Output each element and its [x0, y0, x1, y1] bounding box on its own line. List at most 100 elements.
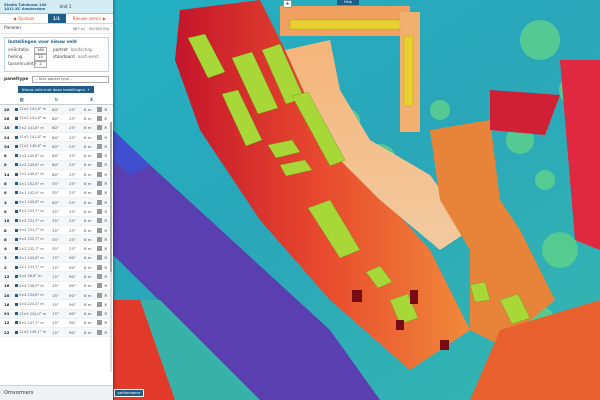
delete-icon[interactable]: ✕ [104, 228, 107, 233]
sort-icon[interactable]: ⊼ [74, 98, 109, 103]
delete-icon[interactable]: ✕ [104, 107, 107, 112]
delete-icon[interactable]: ✕ [104, 255, 107, 260]
field-color-swatch[interactable] [97, 181, 102, 187]
field-color-swatch[interactable] [97, 236, 102, 242]
table-row[interactable]: 20 13×2 141,8° m 60° 25° 6 m ✕ [0, 105, 113, 115]
tilt-row: helling 15 standaard oost-west [8, 54, 105, 61]
rotate-icon[interactable]: ↻ [39, 98, 74, 103]
field-color-swatch[interactable] [97, 143, 102, 149]
table-row[interactable]: 10 5×2 141,8° m 60° 25° 6 m ✕ [0, 123, 113, 133]
table-row[interactable]: 8 4×1 152,8° m 35° 25° 6 m ✕ [0, 179, 113, 189]
delete-icon[interactable]: ✕ [104, 153, 107, 158]
table-row[interactable]: 2 2×1 141,1° m 15° 90° 6 m ✕ [0, 263, 113, 273]
table-row[interactable]: 4 2×2 232,7° m 35° 25° 6 m ✕ [0, 244, 113, 254]
delete-icon[interactable]: ✕ [104, 190, 107, 195]
new-field-button[interactable]: Nieuw veld met deze instellingen + [18, 86, 94, 93]
delete-icon[interactable]: ✕ [104, 209, 107, 214]
table-row[interactable]: 12 6×2 147,1° m 15° 90° 6 m ✕ [0, 319, 113, 329]
field-color-swatch[interactable] [97, 301, 102, 307]
portrait-radio[interactable]: portret [53, 48, 68, 53]
delete-icon[interactable]: ✕ [104, 274, 107, 279]
panel-icon [15, 237, 18, 241]
orientation-input[interactable]: 180 [34, 47, 47, 54]
field-color-swatch[interactable] [97, 171, 102, 177]
table-row[interactable]: 8 4×1 142,9° m 35° 25° 6 m ✕ [0, 189, 113, 198]
panel-type-select[interactable]: -- Kies paneel type -- [32, 76, 109, 83]
table-row[interactable]: 14 7×2 140,4° m 60° 25° 6 m ✕ [0, 170, 113, 180]
tilt-input[interactable]: 15 [34, 54, 47, 61]
table-row[interactable]: 22 11×2 149,1° m 15° 90° 6 m ✕ [0, 328, 113, 338]
field-color-swatch[interactable] [97, 264, 102, 270]
field-color-swatch[interactable] [97, 218, 102, 224]
delete-icon[interactable]: ✕ [104, 125, 107, 130]
delete-icon[interactable]: ✕ [104, 237, 107, 242]
delete-icon[interactable]: ✕ [104, 293, 107, 298]
delete-icon[interactable]: ✕ [104, 135, 107, 140]
field-color-swatch[interactable] [97, 311, 102, 317]
delete-icon[interactable]: ✕ [104, 283, 107, 288]
grid-icon[interactable]: ▦ [4, 98, 39, 103]
field-color-swatch[interactable] [97, 190, 102, 196]
delete-icon[interactable]: ✕ [104, 144, 107, 149]
scrollbar[interactable] [110, 122, 112, 372]
field-color-swatch[interactable] [97, 246, 102, 252]
table-row[interactable]: 34 17×2 140,6° m 60° 25° 6 m ✕ [0, 142, 113, 152]
field-color-swatch[interactable] [97, 106, 102, 112]
delete-icon[interactable]: ✕ [104, 172, 107, 177]
table-row[interactable]: 8 4×2 232,7° m 35° 25° 6 m ✕ [0, 235, 113, 245]
table-row[interactable]: 12 4×4 56,6° m 15° 90° 6 m ✕ [0, 272, 113, 282]
delete-icon[interactable]: ✕ [104, 162, 107, 167]
table-row[interactable]: 3 3×1 142,8° m 15° 90° 6 m ✕ [0, 253, 113, 264]
delete-icon[interactable]: ✕ [104, 200, 107, 205]
field-color-swatch[interactable] [97, 292, 102, 298]
field-color-swatch[interactable] [97, 153, 102, 159]
table-row[interactable]: 4 4×1 140,8° m 60° 25° 6 m ✕ [0, 197, 113, 208]
field-color-swatch[interactable] [97, 199, 102, 205]
delete-icon[interactable]: ✕ [104, 302, 107, 307]
help-tab[interactable]: Help [337, 0, 359, 5]
field-color-swatch[interactable] [97, 273, 102, 279]
scrollbar-thumb[interactable] [110, 122, 112, 272]
delete-icon[interactable]: ✕ [104, 265, 107, 270]
delete-icon[interactable]: ✕ [104, 311, 107, 316]
table-row[interactable]: 6 6×2 233,7° m 35° 25° 6 m ✕ [0, 207, 113, 217]
field-color-swatch[interactable] [97, 283, 102, 289]
field-color-swatch[interactable] [97, 162, 102, 168]
table-row[interactable]: 91 13×5 224,0° m 15° 90° 6 m ✕ [0, 309, 113, 319]
field-color-swatch[interactable] [97, 329, 102, 335]
table-row[interactable]: 8 4×2 140,8° m 60° 25° 6 m ✕ [0, 151, 113, 161]
delete-icon[interactable]: ✕ [104, 320, 107, 325]
table-row[interactable]: 8 4×2 231,7° m 35° 25° 6 m ✕ [0, 226, 113, 236]
table-row[interactable]: 20 5×4 234,8° m 15° 90° 6 m ✕ [0, 290, 113, 301]
performance-button[interactable]: performance [114, 389, 144, 397]
field-color-swatch[interactable] [97, 115, 102, 121]
field-color-swatch[interactable] [97, 320, 102, 326]
table-row[interactable]: 16 4×4 224,4° m 15° 90° 6 m ✕ [0, 300, 113, 310]
spacing-input[interactable]: 2 [34, 61, 47, 68]
inverters-section[interactable]: Omvormers [0, 385, 113, 400]
field-color-swatch[interactable] [97, 134, 102, 140]
delete-icon[interactable]: ✕ [104, 246, 107, 251]
field-color-swatch[interactable] [97, 125, 102, 131]
table-row[interactable]: 16 4×4 236,9° m 15° 90° 6 m ✕ [0, 282, 113, 291]
delete-icon[interactable]: ✕ [104, 181, 107, 186]
delete-icon[interactable]: ✕ [104, 116, 107, 121]
zoom-in-button[interactable]: + [283, 0, 292, 8]
landscape-radio[interactable]: landschap [71, 48, 93, 53]
orientation-row: oriëntatie 180 portret landschap [8, 47, 105, 54]
table-row[interactable]: 10 5×2 231,7° m 35° 25° 6 m ✕ [0, 216, 113, 226]
east-west-radio[interactable]: oost-west [78, 55, 99, 60]
field-color-swatch[interactable] [97, 227, 102, 233]
table-row[interactable]: 8 4×2 140,6° m 60° 25° 6 m ✕ [0, 160, 113, 171]
new-version-button[interactable]: Nieuwe versie ▶ [66, 14, 114, 23]
delete-icon[interactable]: ✕ [104, 218, 107, 223]
save-button[interactable]: ◀ Opslaan [0, 14, 48, 23]
panels-summary[interactable]: Panelen 987 m 29/165 Mp [0, 24, 113, 34]
table-row[interactable]: 26 13×2 141,8° m 60° 25° 6 m ✕ [0, 114, 113, 124]
panel-count: 34 [4, 143, 10, 149]
table-row[interactable]: 24 12×2 141,8° m 60° 25° 6 m ✕ [0, 133, 113, 143]
delete-icon[interactable]: ✕ [104, 330, 107, 335]
standard-radio[interactable]: standaard [53, 55, 75, 60]
field-color-swatch[interactable] [97, 208, 102, 214]
field-color-swatch[interactable] [97, 255, 102, 261]
